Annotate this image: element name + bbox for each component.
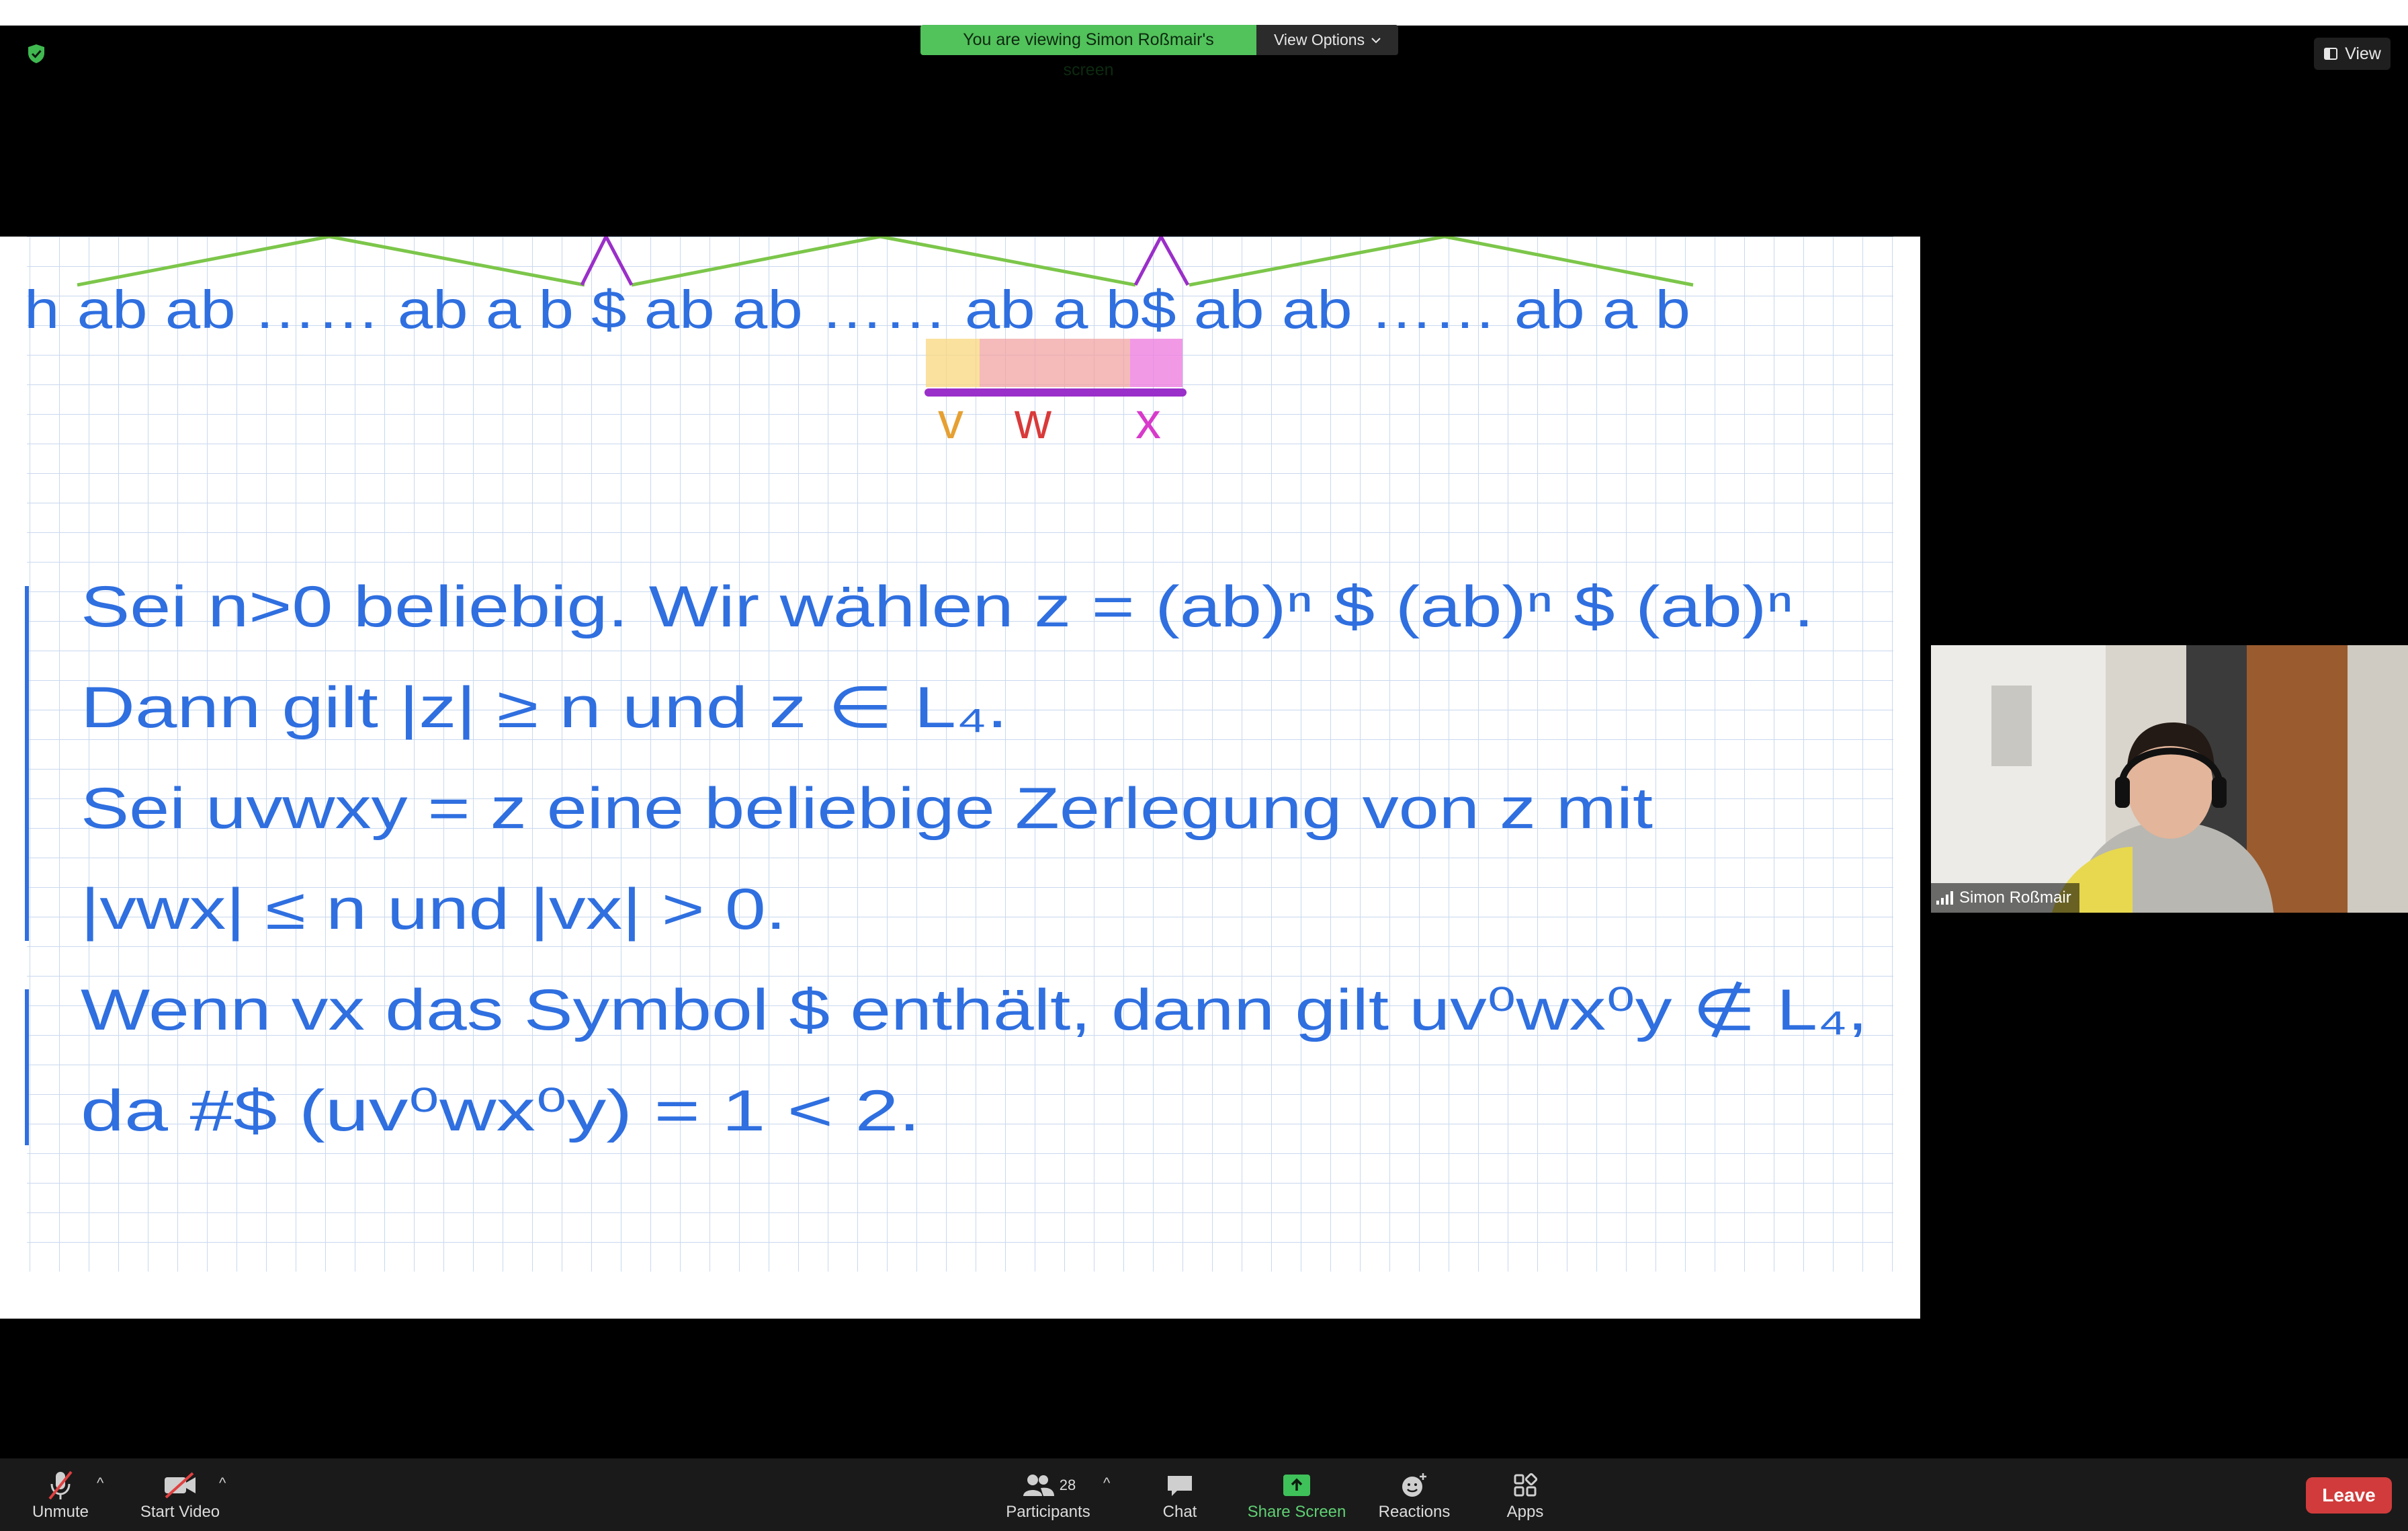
participant-video-feed	[1931, 645, 2408, 913]
participants-count: 28	[1059, 1477, 1076, 1493]
signal-strength-icon	[1936, 891, 1953, 905]
window-top-strip	[0, 0, 2408, 26]
w-highlight	[980, 339, 1130, 387]
view-button[interactable]: View	[2314, 38, 2391, 70]
meeting-controls-bar: Unmute ^ Start Video ^ 28 Participants ^	[0, 1458, 2408, 1531]
label-v: v	[938, 392, 963, 450]
v-highlight	[926, 339, 980, 387]
audio-options-caret-icon[interactable]: ^	[97, 1475, 103, 1492]
participants-button[interactable]: 28 Participants	[994, 1468, 1102, 1522]
proof-line-6: da #$ (uv⁰wx⁰y) = 1 < 2.	[81, 1079, 920, 1143]
unmute-label: Unmute	[32, 1503, 89, 1521]
apps-button[interactable]: Apps	[1492, 1468, 1559, 1522]
participant-name: Simon Roßmair	[1959, 888, 2071, 907]
participants-label: Participants	[1006, 1503, 1090, 1521]
muted-microphone-icon	[48, 1471, 73, 1500]
chat-button[interactable]: Chat	[1146, 1468, 1213, 1522]
smiley-plus-icon	[1402, 1473, 1426, 1497]
viewing-screen-message: You are viewing Simon Roßmair's screen	[920, 25, 1256, 79]
layout-icon	[2324, 48, 2338, 60]
video-options-caret-icon[interactable]: ^	[219, 1475, 226, 1492]
view-options-button[interactable]: View Options	[1256, 25, 1399, 55]
chevron-down-icon	[1371, 37, 1381, 43]
participants-options-caret-icon[interactable]: ^	[1103, 1475, 1110, 1492]
reactions-label: Reactions	[1378, 1503, 1451, 1521]
chat-label: Chat	[1162, 1503, 1197, 1521]
apps-grid-icon	[1514, 1473, 1538, 1497]
leave-button[interactable]: Leave	[2306, 1477, 2392, 1514]
unmute-button[interactable]: Unmute	[20, 1468, 101, 1522]
label-w: w	[1014, 392, 1052, 450]
participant-name-label: Simon Roßmair	[1931, 883, 2079, 913]
participants-icon	[1023, 1475, 1054, 1496]
x-highlight	[1130, 339, 1182, 387]
proof-line-2: Dann gilt |z| ≥ n und z ∈ L₄.	[81, 675, 1008, 740]
shared-notebook-page: h ab ab …… ab a b $ ab ab …… ab a b$ ab …	[0, 237, 1920, 1319]
string-row: h ab ab …… ab a b $ ab ab …… ab a b$ ab …	[24, 280, 1690, 339]
apps-label: Apps	[1506, 1503, 1544, 1521]
start-video-button[interactable]: Start Video	[133, 1468, 227, 1522]
chat-bubble-icon	[1168, 1476, 1192, 1496]
start-video-label: Start Video	[140, 1503, 220, 1521]
screen-share-banner: You are viewing Simon Roßmair's screen V…	[920, 25, 1399, 79]
share-screen-icon	[1283, 1475, 1310, 1496]
label-x: x	[1135, 392, 1161, 450]
video-off-icon	[165, 1472, 196, 1499]
proof-line-5: Wenn vx das Symbol $ enthält, dann gilt …	[81, 978, 1868, 1042]
security-shield-icon[interactable]	[24, 42, 48, 66]
share-screen-button[interactable]: Share Screen	[1243, 1468, 1350, 1522]
proof-line-3: Sei uvwxy = z eine beliebige Zerlegung v…	[81, 776, 1653, 841]
proof-line-4: |vwx| ≤ n und |vx| > 0.	[81, 877, 786, 942]
participant-video-tile[interactable]: Simon Roßmair	[1931, 645, 2408, 913]
view-options-label: View Options	[1274, 31, 1365, 48]
reactions-button[interactable]: Reactions	[1371, 1468, 1458, 1522]
proof-line-1: Sei n>0 beliebig. Wir wählen z = (ab)ⁿ $…	[81, 575, 1814, 639]
view-button-label: View	[2345, 44, 2381, 63]
share-screen-label: Share Screen	[1247, 1503, 1346, 1521]
